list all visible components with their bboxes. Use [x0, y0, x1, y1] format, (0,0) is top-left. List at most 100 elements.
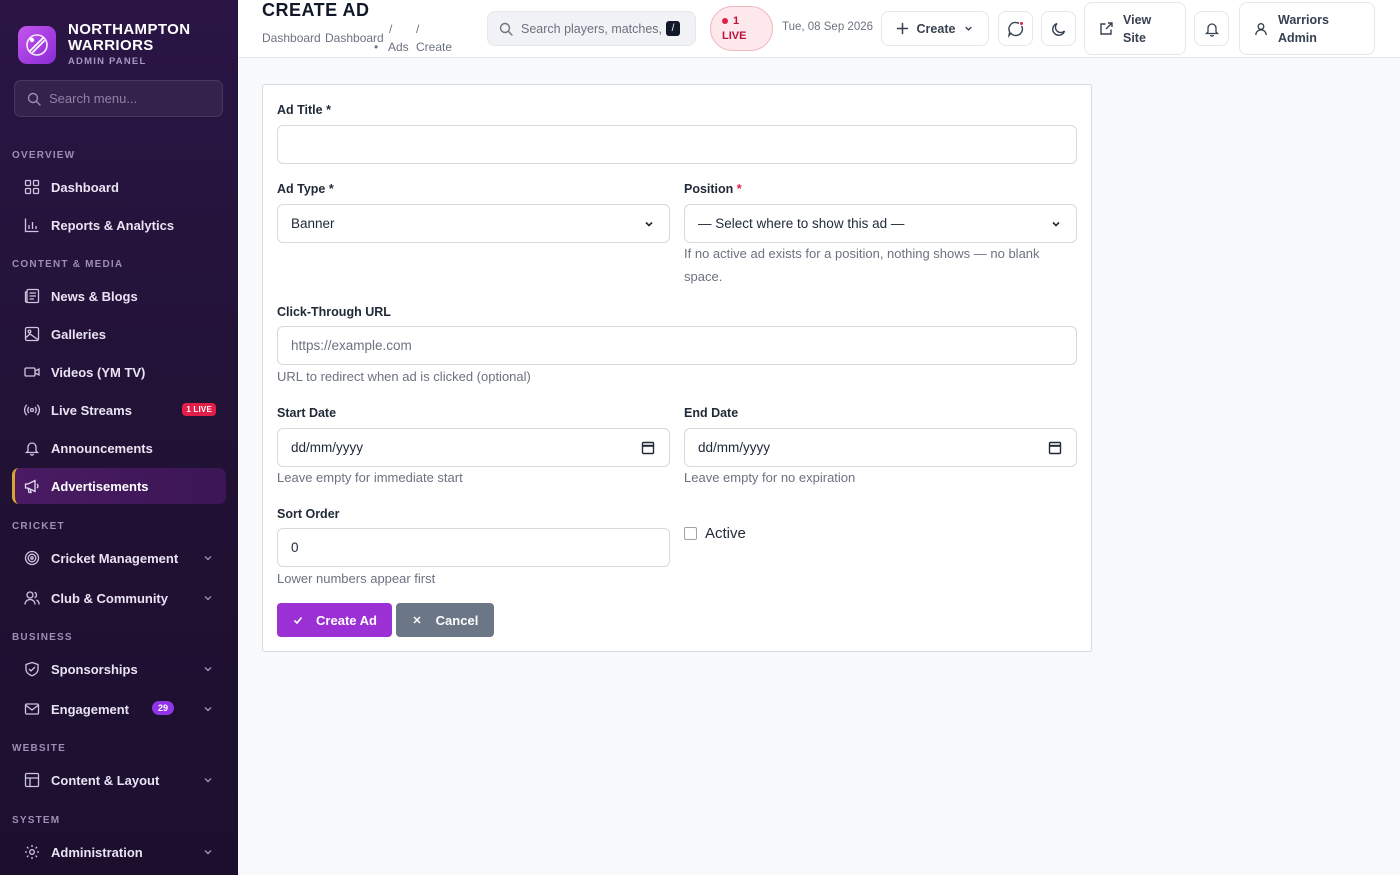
chevron-down-icon: [204, 667, 212, 672]
bell-icon: [24, 440, 40, 456]
ad-title-label: Ad Title *: [277, 103, 331, 117]
sidebar-item-announcements[interactable]: Announcements: [12, 430, 226, 466]
section-label-overview: OVERVIEW: [12, 150, 76, 161]
sidebar-item-label: Administration: [51, 844, 143, 860]
section-label-cricket: CRICKET: [12, 521, 65, 532]
create-ad-button[interactable]: Create Ad: [277, 603, 392, 637]
url-field[interactable]: [277, 326, 1077, 365]
megaphone-icon: [24, 478, 40, 494]
user-name: Warriors: [1278, 12, 1329, 27]
external-link-icon: [1100, 22, 1113, 35]
newspaper-icon: [24, 288, 40, 304]
sidebar-item-dashboard[interactable]: Dashboard: [12, 169, 226, 205]
close-icon: [413, 616, 421, 624]
view-site-button[interactable]: View Site: [1084, 2, 1186, 55]
position-label: Position *: [684, 182, 742, 196]
create-ad-label: Create Ad: [316, 612, 377, 628]
section-label-content: CONTENT & MEDIA: [12, 259, 124, 270]
breadcrumb-separator: /: [416, 22, 420, 36]
end-date-field[interactable]: dd/mm/yyyy: [684, 428, 1077, 467]
brand-logo-icon: [18, 25, 56, 64]
sidebar: NORTHAMPTON WARRIORS ADMIN PANEL OVERVIE…: [0, 0, 238, 875]
sidebar-item-label: Galleries: [51, 326, 106, 342]
sidebar-item-content-layout[interactable]: Content & Layout: [12, 762, 226, 798]
bell-icon: [1204, 22, 1219, 37]
sidebar-item-engagement[interactable]: Engagement 29: [12, 691, 226, 727]
view-site-label: View: [1123, 12, 1152, 27]
messages-button[interactable]: [998, 11, 1033, 46]
create-dropdown-button[interactable]: Create: [881, 11, 989, 46]
layout-icon: [24, 772, 40, 788]
bar-chart-icon: [24, 217, 40, 233]
ad-title-field[interactable]: [277, 125, 1077, 164]
notifications-button[interactable]: [1194, 11, 1229, 46]
breadcrumb-separator: /: [389, 22, 393, 36]
sidebar-search-input[interactable]: [49, 91, 209, 106]
create-label: Create: [916, 21, 956, 36]
sidebar-item-label: Advertisements: [51, 478, 149, 494]
sidebar-item-label: Live Streams: [51, 402, 132, 418]
sidebar-item-galleries[interactable]: Galleries: [12, 316, 226, 352]
page-title: CREATE AD: [262, 0, 370, 20]
end-date-help: Leave empty for no expiration: [684, 470, 856, 485]
sidebar-item-label: Announcements: [51, 440, 153, 456]
brand[interactable]: NORTHAMPTON WARRIORS ADMIN PANEL: [0, 0, 238, 72]
section-label-system: SYSTEM: [12, 815, 61, 826]
sort-order-input[interactable]: [291, 540, 656, 555]
sidebar-item-label: News & Blogs: [51, 288, 138, 304]
sidebar-item-sponsorships[interactable]: Sponsorships: [12, 651, 226, 687]
target-icon: [24, 550, 40, 566]
user-menu-button[interactable]: Warriors Admin: [1239, 2, 1375, 55]
sidebar-item-club-community[interactable]: Club & Community: [12, 580, 226, 616]
sort-order-help: Lower numbers appear first: [277, 571, 436, 586]
sidebar-item-videos[interactable]: Videos (YM TV): [12, 354, 226, 390]
sidebar-item-label: Reports & Analytics: [51, 217, 175, 233]
current-date: Tue, 08 Sep 2026: [782, 21, 874, 33]
chevron-down-icon: [1052, 221, 1060, 227]
active-checkbox[interactable]: [684, 527, 697, 540]
chevron-down-icon: [204, 556, 212, 561]
brand-subtitle: ADMIN PANEL: [68, 56, 147, 68]
users-icon: [24, 590, 40, 606]
user-icon: [1255, 22, 1267, 35]
view-site-label-line2: Site: [1123, 30, 1146, 45]
start-date-field[interactable]: dd/mm/yyyy: [277, 428, 670, 467]
sidebar-item-label: Engagement: [51, 701, 130, 717]
global-search[interactable]: /: [487, 11, 696, 46]
url-input[interactable]: [291, 338, 1063, 353]
check-icon: [293, 616, 303, 625]
sidebar-item-reports[interactable]: Reports & Analytics: [12, 207, 226, 243]
section-label-website: WEBSITE: [12, 743, 66, 754]
breadcrumb-bullet: •: [374, 40, 379, 54]
url-help-text: URL to redirect when ad is clicked (opti…: [277, 369, 531, 384]
chevron-down-icon: [965, 26, 973, 31]
position-help-text: If no active ad exists for a position, n…: [684, 246, 1040, 284]
breadcrumb-link[interactable]: Ads: [388, 40, 409, 54]
calendar-icon[interactable]: [1048, 440, 1062, 455]
breadcrumb-current: Create: [416, 40, 453, 54]
breadcrumb-link[interactable]: Dashboard: [262, 31, 321, 45]
sidebar-item-label: Dashboard: [51, 179, 119, 195]
handshake-icon: [24, 661, 40, 677]
gear-icon: [24, 844, 40, 860]
sidebar-item-cricket-management[interactable]: Cricket Management: [12, 540, 226, 576]
sidebar-item-advertisements[interactable]: Advertisements: [12, 468, 226, 504]
top-header: CREATE AD Dashboard Dashboard / / • Ads …: [238, 0, 1400, 58]
sidebar-item-administration[interactable]: Administration: [12, 834, 226, 870]
position-select[interactable]: — Select where to show this ad —: [684, 204, 1077, 243]
cancel-button[interactable]: Cancel: [396, 603, 494, 637]
user-name-line2: Admin: [1278, 30, 1317, 45]
calendar-icon[interactable]: [641, 440, 655, 455]
chevron-down-icon: [204, 778, 212, 783]
sidebar-search[interactable]: [14, 80, 223, 117]
theme-toggle-button[interactable]: [1041, 11, 1076, 46]
global-search-input[interactable]: [521, 21, 666, 36]
live-status-pill[interactable]: 1 LIVE: [710, 6, 773, 51]
sort-order-field[interactable]: [277, 528, 670, 567]
ad-type-select[interactable]: Banner: [277, 204, 670, 243]
active-toggle[interactable]: Active: [684, 525, 746, 542]
sidebar-item-live-streams[interactable]: Live Streams 1 LIVE: [12, 392, 226, 428]
start-date-help: Leave empty for immediate start: [277, 470, 463, 485]
ad-title-input[interactable]: [291, 137, 1063, 152]
sidebar-item-news[interactable]: News & Blogs: [12, 278, 226, 314]
